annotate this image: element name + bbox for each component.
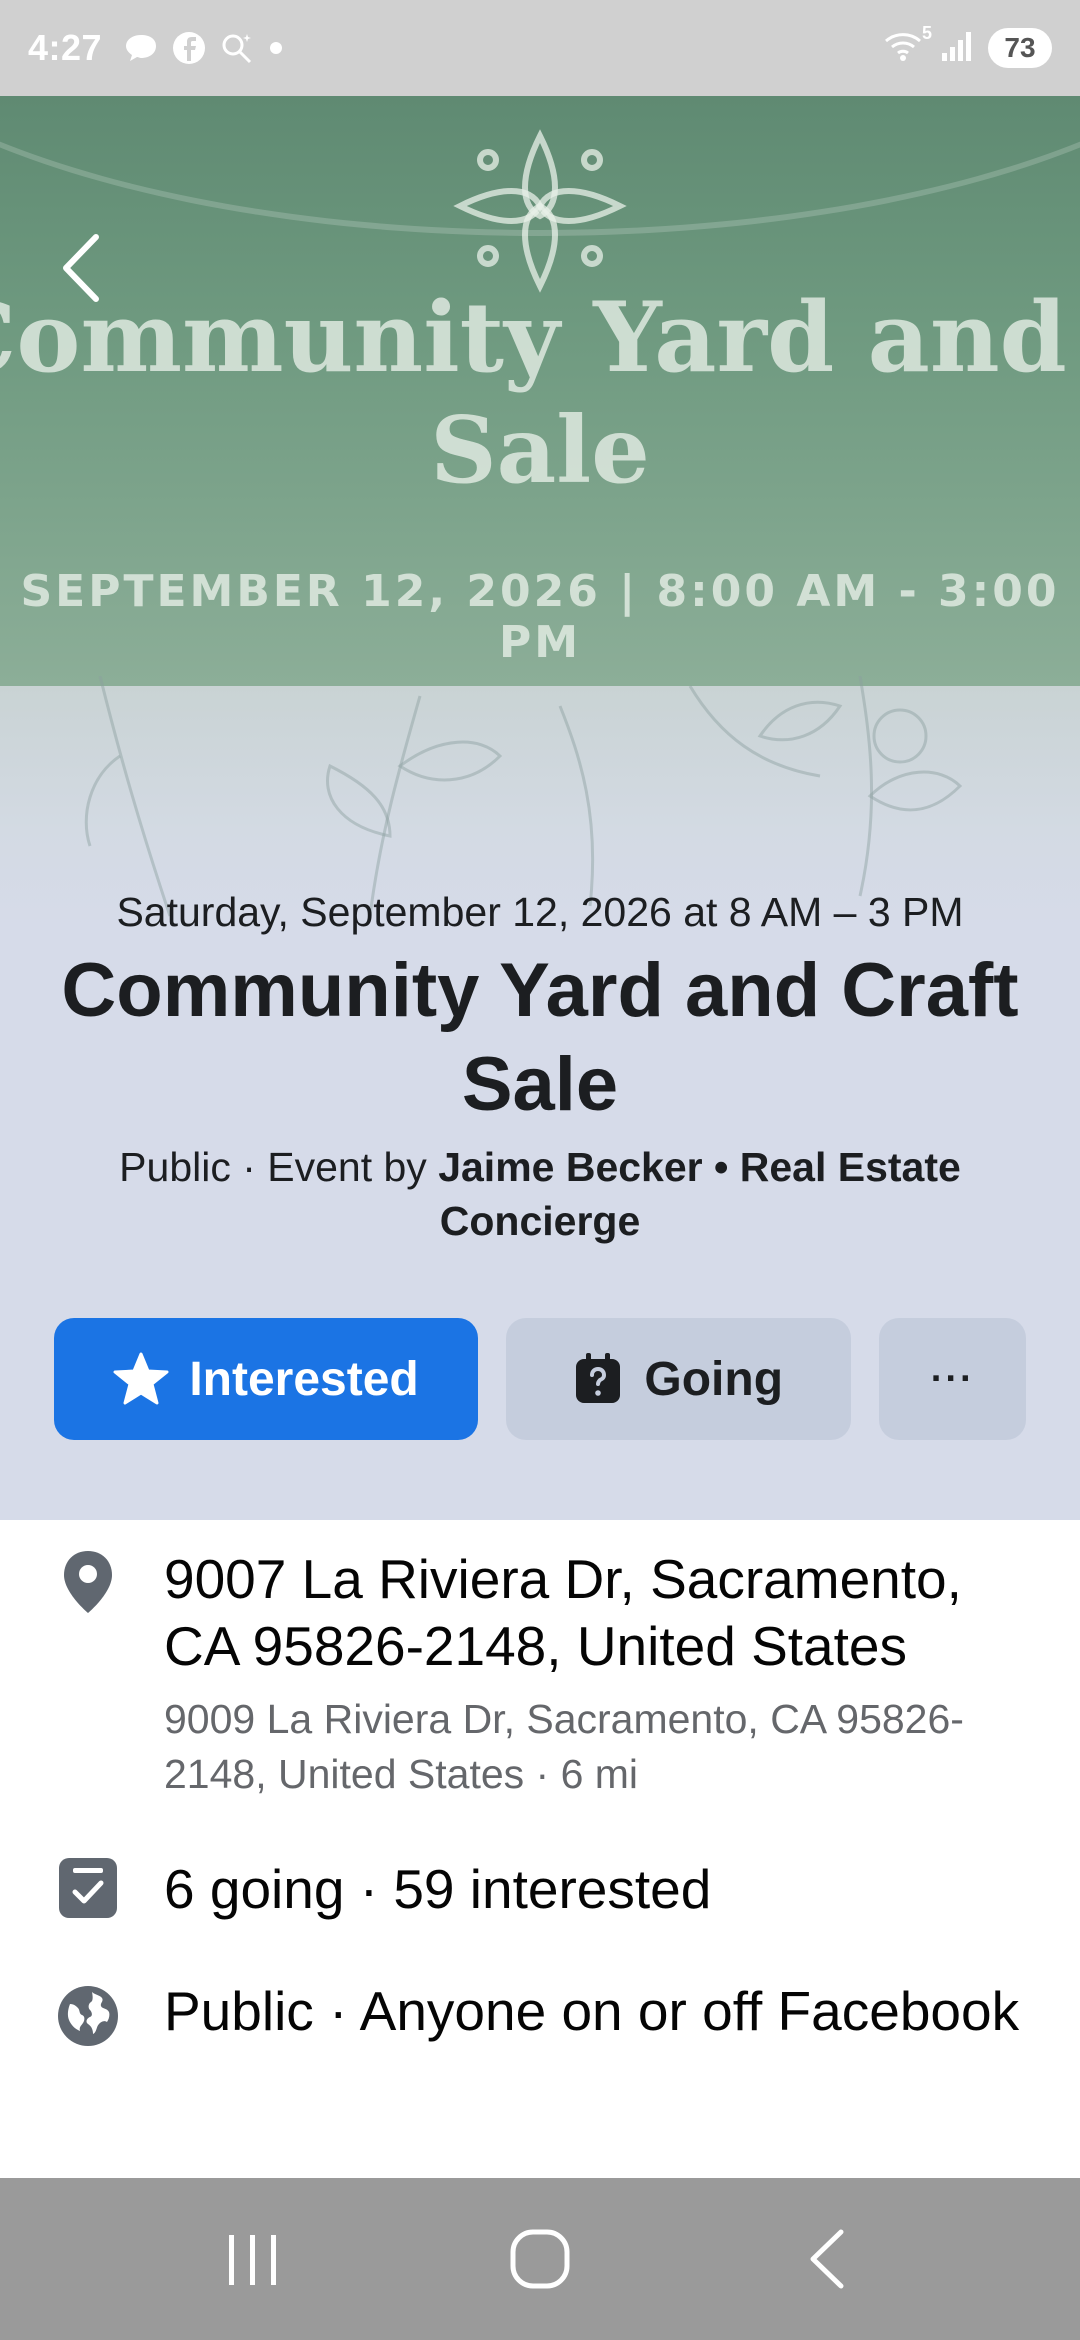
battery-indicator: 73 [988,28,1052,68]
notification-icons [124,31,284,65]
interested-label: Interested [189,1352,419,1406]
wifi-badge: 5 [921,22,932,43]
event-privacy-prefix: Public · Event by [119,1144,439,1190]
wifi-icon: 5 [882,23,932,68]
star-icon [113,1352,169,1405]
going-button[interactable]: Going [506,1318,852,1440]
system-nav-bar [0,2178,1080,2340]
cover-title: Community Yard and Craft [0,281,1080,394]
signal-icon [940,29,974,68]
event-title: Community Yard and Craft Sale [61,948,1019,1127]
privacy-text: Public · Anyone on or off Facebook [164,1978,1044,2045]
event-host-line: Public · Event by Jaime Becker • Real Es… [0,1140,1080,1248]
event-info: Saturday, September 12, 2026 at 8 AM – 3… [0,886,1080,1248]
more-options-button[interactable]: ··· [879,1318,1027,1440]
globe-icon [56,1984,120,2048]
recent-apps-button[interactable] [193,2209,313,2309]
chat-bubble-icon [124,33,158,63]
going-label: Going [644,1352,784,1406]
location-text: 9007 La Riviera Dr, Sacramento, CA 95826… [164,1546,1044,1802]
event-date: Saturday, September 12, 2026 at 8 AM – 3… [116,889,964,935]
recent-apps-icon [229,2235,277,2285]
calendar-check-icon [56,1856,120,1920]
more-icon: ··· [930,1357,975,1400]
back-button[interactable] [50,228,110,308]
cover-title-line2: Sale [430,396,650,504]
back-arrow-icon [810,2229,844,2289]
attendance-text: 6 going · 59 interested [164,1856,1044,1923]
location-address: 9007 La Riviera Dr, Sacramento, CA 95826… [164,1548,962,1677]
interested-button[interactable]: Interested [54,1318,479,1440]
event-details: 9007 La Riviera Dr, Sacramento, CA 95826… [0,1520,1080,2178]
facebook-icon [172,31,206,65]
attendance-count: 6 going · 59 interested [164,1858,712,1920]
cover-photo: Community Yard and Craft Sale SEPTEMBER … [0,96,1080,926]
status-right: 5 73 [882,23,1052,68]
map-pin-icon [56,1550,120,1614]
ornament-icon [453,129,627,293]
status-bar: 4:27 5 73 [0,0,1080,96]
status-time: 4:27 [28,27,103,68]
event-header: Community Yard and Craft Sale SEPTEMBER … [0,96,1080,1520]
cover-date: SEPTEMBER 12, 2026 | 8:00 AM - 3:00 PM [20,566,1060,668]
chevron-left-icon [63,234,99,302]
action-buttons: Interested Going ··· [54,1318,1027,1440]
home-icon [510,2229,570,2289]
search-sparkle-icon [220,31,254,65]
system-back-button[interactable] [767,2209,887,2309]
privacy-label: Public · Anyone on or off Facebook [164,1980,1020,2042]
question-calendar-icon [576,1353,621,1403]
home-button[interactable] [480,2209,600,2309]
event-host-link[interactable]: Jaime Becker • Real Estate Concierge [438,1144,961,1244]
location-secondary: 9009 La Riviera Dr, Sacramento, CA 95826… [164,1696,964,1797]
dot-icon [268,40,284,56]
